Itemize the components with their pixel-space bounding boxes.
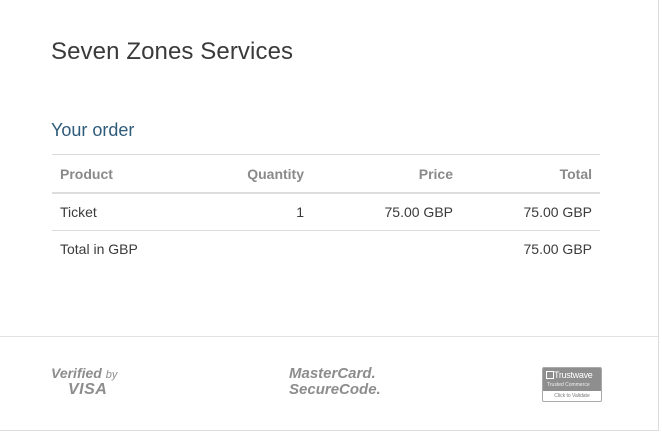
visa-brand-text: VISA: [68, 381, 108, 398]
footer-divider: [0, 336, 658, 337]
trustwave-icon: [546, 371, 554, 379]
column-quantity: Quantity: [188, 154, 312, 194]
mastercard-text: MasterCard.: [289, 365, 376, 382]
visa-verified-text: Verified: [51, 365, 102, 381]
order-heading: Your order: [51, 120, 135, 140]
grand-total-value: 75.00 GBP: [523, 241, 593, 257]
checkout-page: Seven Zones Services Your order Product …: [0, 0, 659, 431]
item-product: Ticket: [52, 193, 188, 231]
column-total: Total: [461, 154, 600, 194]
column-price: Price: [312, 154, 461, 194]
securecode-text: SecureCode.: [289, 381, 381, 398]
order-table: Product Quantity Price Total Ticket 1 75…: [52, 154, 600, 267]
trustwave-name: Trustwave: [554, 370, 593, 380]
trustwave-seal-button[interactable]: Trustwave Trusted Commerce Click to Vali…: [542, 367, 602, 402]
visa-by-text: by: [105, 369, 118, 381]
order-table-header: Product Quantity Price Total: [52, 154, 600, 194]
item-price: 75.00 GBP: [312, 193, 461, 231]
grand-total-row: Total in GBP 75.00 GBP: [52, 231, 600, 268]
item-total: 75.00 GBP: [461, 193, 600, 231]
table-row: Ticket 1 75.00 GBP 75.00 GBP: [52, 193, 600, 231]
item-quantity: 1: [188, 193, 312, 231]
mastercard-securecode-logo: MasterCard. SecureCode.: [289, 366, 381, 398]
column-product: Product: [52, 154, 188, 194]
trustwave-subtitle: Trusted Commerce: [547, 382, 590, 388]
grand-total-label: Total in GBP: [60, 241, 138, 257]
trustwave-seal-banner: Trustwave Trusted Commerce: [543, 368, 601, 391]
trustwave-validate-text: Click to Validate: [554, 393, 590, 399]
verified-by-visa-logo: Verified by VISA: [51, 366, 117, 398]
merchant-name: Seven Zones Services: [51, 38, 294, 65]
